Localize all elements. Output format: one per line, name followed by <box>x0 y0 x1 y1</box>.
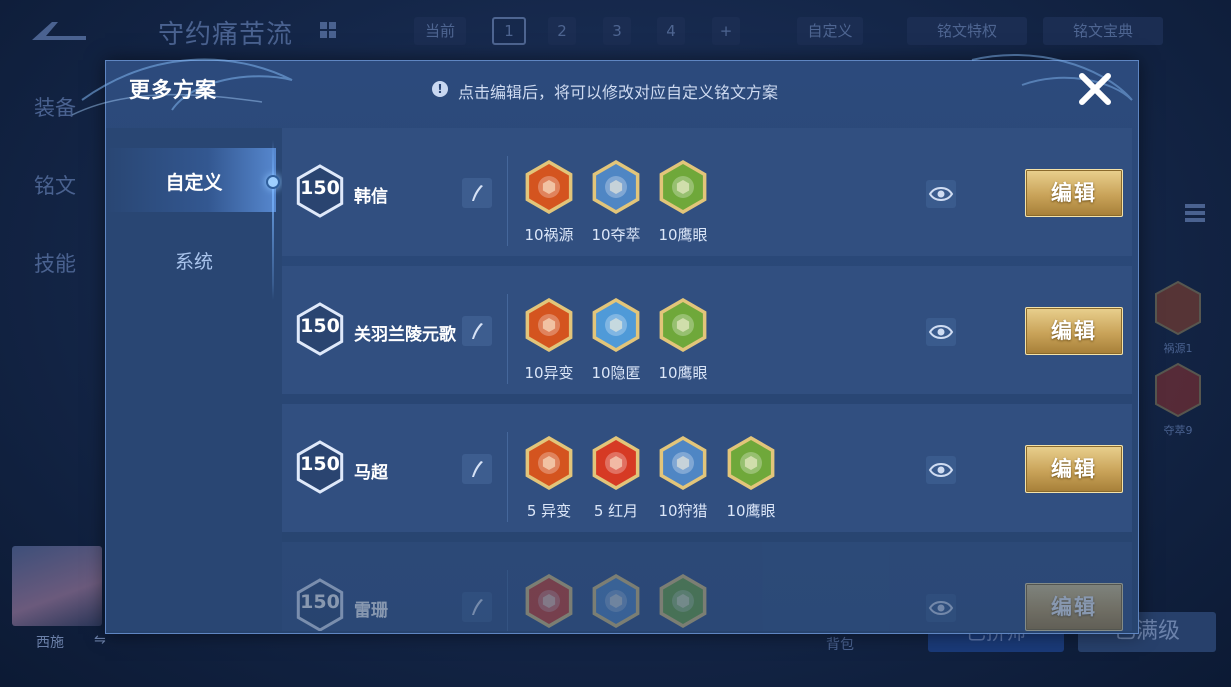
rune-label: 10异变 <box>524 364 574 382</box>
row-divider <box>507 432 508 522</box>
plan-name: 韩信 <box>354 187 388 207</box>
red-moon-rune-icon[interactable] <box>589 434 643 492</box>
rune-label: 10夺萃 <box>591 226 641 244</box>
hunt-rune-icon[interactable] <box>589 572 643 630</box>
background-rune-codex-button[interactable]: 铭文宝典 <box>1043 17 1163 45</box>
eagle-eye-rune-icon[interactable] <box>724 434 778 492</box>
sidebar-tab-custom[interactable]: 自定义 <box>106 168 282 195</box>
plan-row: 150 雷珊 编辑 <box>282 542 1132 631</box>
background-chip-4[interactable]: 4 <box>657 17 685 45</box>
background-rune-icon <box>1155 362 1201 418</box>
background-chip-add[interactable]: + <box>712 17 740 45</box>
mutation-rune-icon[interactable] <box>522 296 576 354</box>
seize-rune-icon[interactable] <box>589 158 643 216</box>
sidebar-divider <box>272 140 274 300</box>
rune-label: 5 红月 <box>593 502 639 520</box>
dialog-title: 更多方案 <box>129 78 217 102</box>
rename-pen-icon[interactable] <box>462 178 492 208</box>
plan-row: 150 关羽兰陵元歌 10异变 10隐匿 10鹰眼 编辑 <box>282 266 1132 394</box>
level-value: 150 <box>300 177 340 199</box>
background-title: 守约痛苦流 <box>158 20 294 50</box>
rune-label: 10祸源 <box>524 226 574 244</box>
preview-eye-icon[interactable] <box>926 180 956 208</box>
background-chip-1[interactable]: 1 <box>492 17 526 45</box>
level-value: 150 <box>300 315 340 337</box>
background-tab-skills[interactable]: 技能 <box>34 248 76 278</box>
mutation-rune-icon[interactable] <box>522 434 576 492</box>
plan-name: 雷珊 <box>354 601 388 621</box>
close-icon[interactable] <box>1076 70 1114 108</box>
edit-button[interactable]: 编辑 <box>1025 307 1123 355</box>
background-tab-equipment[interactable]: 装备 <box>34 92 76 122</box>
eagle-eye-rune-icon[interactable] <box>656 296 710 354</box>
eagle-eye-rune-icon[interactable] <box>656 158 710 216</box>
disaster-rune-icon[interactable] <box>522 158 576 216</box>
eagle-eye-rune-icon[interactable] <box>656 572 710 630</box>
background-chip-3[interactable]: 3 <box>603 17 631 45</box>
plan-name: 关羽兰陵元歌 <box>354 325 456 345</box>
preview-eye-icon[interactable] <box>926 318 956 346</box>
bag-label[interactable]: 背包 <box>826 634 854 654</box>
rune-label: 5 异变 <box>526 502 572 520</box>
background-rune-label: 夺萃9 <box>1163 424 1193 437</box>
hero-name: 西施 <box>36 635 64 651</box>
level-value: 150 <box>300 453 340 475</box>
rename-pen-icon[interactable] <box>462 592 492 622</box>
hero-avatar[interactable] <box>12 546 102 626</box>
background-rune-privilege-button[interactable]: 铭文特权 <box>907 17 1027 45</box>
edit-button[interactable]: 编辑 <box>1025 169 1123 217</box>
background-rune-label: 祸源1 <box>1163 342 1193 355</box>
plan-name: 马超 <box>354 463 388 483</box>
rune-label: 10鹰眼 <box>658 364 708 382</box>
plan-list[interactable]: 150 韩信 10祸源 10夺萃 10鹰眼 编辑 150 关羽兰陵元歌 10异变 10隐匿 10鹰眼… <box>282 128 1132 631</box>
plan-row: 150 韩信 10祸源 10夺萃 10鹰眼 编辑 <box>282 128 1132 256</box>
rune-label: 10狩猎 <box>658 502 708 520</box>
rune-label: 10鹰眼 <box>658 226 708 244</box>
red-moon-rune-icon[interactable] <box>522 572 576 630</box>
dialog-hint: 点击编辑后，将可以修改对应自定义铭文方案 <box>458 83 779 102</box>
background-chip-custom[interactable]: 自定义 <box>797 17 863 45</box>
background-rune-icon <box>1155 280 1201 336</box>
list-menu-icon[interactable] <box>1182 198 1208 228</box>
background-chip-current[interactable]: 当前 <box>414 17 466 45</box>
swap-icon[interactable]: ⇋ <box>94 632 106 648</box>
edit-button[interactable]: 编辑 <box>1025 445 1123 493</box>
rename-pen-icon[interactable] <box>462 316 492 346</box>
row-divider <box>507 156 508 246</box>
background-chip-2[interactable]: 2 <box>548 17 576 45</box>
row-divider <box>507 294 508 384</box>
rename-pen-icon[interactable] <box>462 454 492 484</box>
row-divider <box>507 570 508 631</box>
rune-label: 10鹰眼 <box>726 502 776 520</box>
plan-row: 150 马超 5 异变 5 红月 10狩猎 10鹰眼 编辑 <box>282 404 1132 532</box>
background-tab-runes[interactable]: 铭文 <box>34 170 76 200</box>
preview-eye-icon[interactable] <box>926 594 956 622</box>
level-value: 150 <box>300 591 340 613</box>
sidebar-tab-system[interactable]: 系统 <box>106 247 282 274</box>
rune-label: 10隐匿 <box>591 364 641 382</box>
preview-eye-icon[interactable] <box>926 456 956 484</box>
edit-button[interactable]: 编辑 <box>1025 583 1123 631</box>
hunt-rune-icon[interactable] <box>656 434 710 492</box>
info-icon: ! <box>432 81 448 97</box>
grid-icon[interactable] <box>320 22 336 38</box>
back-arrow-icon[interactable] <box>28 16 90 46</box>
stealth-rune-icon[interactable] <box>589 296 643 354</box>
